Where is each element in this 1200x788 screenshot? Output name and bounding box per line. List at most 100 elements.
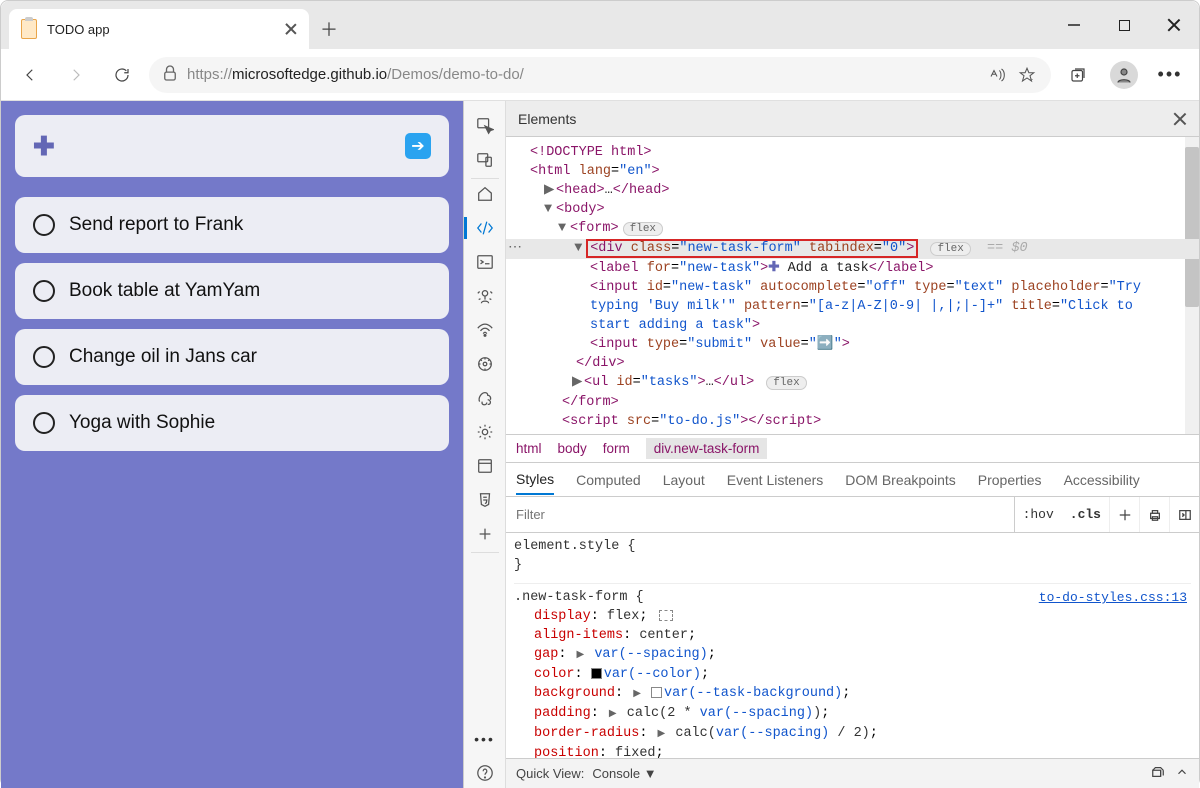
tab-event-listeners[interactable]: Event Listeners [727,466,824,494]
device-toolbar-icon[interactable] [467,145,503,175]
tab-dom-breakpoints[interactable]: DOM Breakpoints [845,466,955,494]
application-icon[interactable] [467,451,503,481]
close-icon[interactable] [1173,112,1187,126]
elements-icon[interactable] [467,213,503,243]
styles-pane[interactable]: element.style { } to-do-styles.css:13 .n… [506,533,1199,758]
circle-icon[interactable] [33,346,55,368]
css-declaration[interactable]: display: flex; [514,607,1191,626]
address-bar[interactable]: https://microsoftedge.github.io/Demos/de… [149,57,1051,93]
cls-toggle[interactable]: .cls [1062,497,1109,532]
css-declaration[interactable]: border-radius: ▶ calc(var(--spacing) / 2… [514,724,1191,744]
task-label: Send report to Frank [69,214,243,236]
task-item[interactable]: Change oil in Jans car [15,329,449,385]
css-declaration[interactable]: align-items: center; [514,626,1191,645]
add-tool-icon[interactable] [467,519,503,549]
settings-icon[interactable] [467,417,503,447]
task-label: Book table at YamYam [69,280,260,302]
forward-button[interactable] [57,56,95,94]
dom-tree[interactable]: <!DOCTYPE html> <html lang="en"> ▶<head>… [506,137,1199,435]
print-icon[interactable] [1139,497,1169,532]
hov-toggle[interactable]: :hov [1015,497,1062,532]
circle-icon[interactable] [33,214,55,236]
breadcrumb-item[interactable]: body [558,441,587,456]
chevron-up-icon[interactable] [1175,765,1189,782]
close-icon[interactable] [285,23,297,35]
task-item[interactable]: Yoga with Sophie [15,395,449,451]
svg-text:+: + [1029,76,1033,83]
styles-filter-row: :hov .cls [506,497,1199,533]
style-rule: to-do-styles.css:13 .new-task-form { dis… [514,588,1191,758]
network-icon[interactable] [467,315,503,345]
css-declaration[interactable]: background: ▶ var(--task-background); [514,684,1191,704]
devtools-panel-header: Elements [506,101,1199,137]
tab-styles[interactable]: Styles [516,465,554,495]
task-item[interactable]: Send report to Frank [15,197,449,253]
css-declaration[interactable]: gap: ▶ var(--spacing); [514,645,1191,665]
css-declaration[interactable]: position: fixed; [514,744,1191,758]
task-label: Change oil in Jans car [69,346,257,368]
refresh-button[interactable] [103,56,141,94]
window-controls [1049,5,1199,45]
memory-icon[interactable] [467,383,503,413]
style-rule: element.style { } [514,537,1191,584]
browser-tab[interactable]: TODO app [9,9,309,49]
dom-breadcrumb[interactable]: html body form div.new-task-form [506,435,1199,463]
css-overview-icon[interactable] [467,485,503,515]
minimize-button[interactable] [1049,5,1099,45]
panel-title: Elements [518,111,576,127]
favorite-icon[interactable]: + [1017,65,1037,85]
tab-computed[interactable]: Computed [576,466,641,494]
tab-accessibility[interactable]: Accessibility [1064,466,1140,494]
read-aloud-icon[interactable] [987,65,1007,85]
circle-icon[interactable] [33,412,55,434]
task-item[interactable]: Book table at YamYam [15,263,449,319]
collections-icon[interactable] [1059,56,1097,94]
tab-title: TODO app [47,22,275,37]
more-tools-icon[interactable]: ••• [467,724,503,754]
circle-icon[interactable] [33,280,55,302]
quick-view-bar[interactable]: Quick View: Console ▼ [506,758,1199,788]
inspect-icon[interactable] [467,111,503,141]
welcome-icon[interactable] [467,179,503,209]
css-declaration[interactable]: color: var(--color); [514,665,1191,684]
selector-text: element.style { [514,537,1191,556]
submit-arrow-icon[interactable]: ➔ [405,133,431,159]
css-declaration[interactable]: padding: ▶ calc(2 * var(--spacing)); [514,704,1191,724]
quickview-label: Quick View: [516,766,584,781]
menu-button[interactable]: ••• [1151,56,1189,94]
maximize-button[interactable] [1099,5,1149,45]
breadcrumb-item[interactable]: form [603,441,630,456]
new-tab-button[interactable]: ＋ [309,9,349,49]
new-task-form[interactable]: ✚ ➔ [15,115,449,177]
help-icon[interactable] [467,758,503,788]
task-label: Yoga with Sophie [69,412,215,434]
new-style-rule-icon[interactable] [1109,497,1139,532]
console-icon[interactable] [467,247,503,277]
back-button[interactable] [11,56,49,94]
devtools-activity-bar: ••• [464,101,506,788]
profile-avatar[interactable] [1105,56,1143,94]
browser-toolbar: https://microsoftedge.github.io/Demos/de… [1,49,1199,101]
scrollbar[interactable] [1185,137,1199,434]
styles-filter-input[interactable] [506,497,1015,532]
styles-tabs: Styles Computed Layout Event Listeners D… [506,463,1199,497]
performance-icon[interactable] [467,349,503,379]
close-window-button[interactable] [1149,5,1199,45]
tab-properties[interactable]: Properties [978,466,1042,494]
devtools: ••• Elements <!DOCTYPE html> <html lang=… [463,101,1199,788]
breadcrumb-item[interactable]: html [516,441,542,456]
stylesheet-link[interactable]: to-do-styles.css:13 [1039,588,1187,607]
clipboard-icon [21,19,37,39]
breadcrumb-item-selected[interactable]: div.new-task-form [646,438,768,459]
tab-layout[interactable]: Layout [663,466,705,494]
sources-icon[interactable] [467,281,503,311]
plus-icon: ✚ [33,131,55,162]
url-text: https://microsoftedge.github.io/Demos/de… [187,66,977,83]
devtools-main: Elements <!DOCTYPE html> <html lang="en"… [506,101,1199,788]
lock-icon [163,65,177,85]
quickview-value[interactable]: Console ▼ [592,766,656,781]
issues-icon[interactable] [1151,765,1165,782]
window-titlebar: TODO app ＋ [1,1,1199,49]
todo-app: ✚ ➔ Send report to Frank Book table at Ya… [1,101,463,788]
toggle-sidebar-icon[interactable] [1169,497,1199,532]
